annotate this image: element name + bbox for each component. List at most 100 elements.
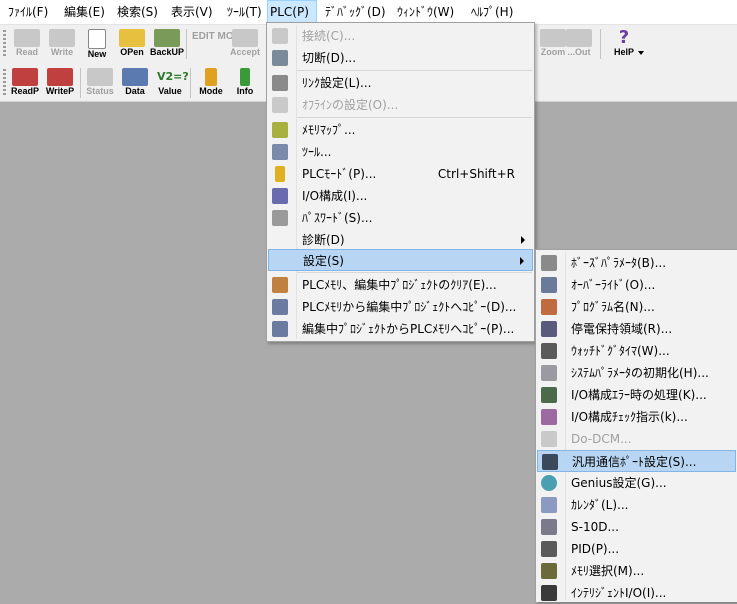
menu-item-memory-map[interactable]: ﾒﾓﾘﾏｯﾌﾟ... xyxy=(268,119,533,141)
submenu-item-init-system-params[interactable]: ｼｽﾃﾑﾊﾟﾗﾒｰﾀの初期化(H)... xyxy=(537,362,736,384)
mode-button[interactable]: Mode xyxy=(194,66,228,100)
status-icon xyxy=(87,68,113,86)
menu-window[interactable]: ｳｨﾝﾄﾞｳ(W) xyxy=(395,0,456,24)
boss-parameters-icon xyxy=(541,255,557,271)
submenu-item-genius-settings[interactable]: Genius設定(G)... xyxy=(537,472,736,494)
menu-view[interactable]: 表示(V) xyxy=(169,0,215,24)
menu-item-copy-from-plc[interactable]: PLCﾒﾓﾘから編集中ﾌﾟﾛｼﾞｪｸﾄへｺﾋﾟｰ(D)... xyxy=(268,296,533,318)
help-dropdown-icon[interactable] xyxy=(638,51,644,55)
mode-icon xyxy=(205,68,217,86)
info-icon xyxy=(240,68,250,86)
genius-icon xyxy=(541,475,557,491)
readp-icon xyxy=(12,68,38,86)
zoom-out-button[interactable]: ...Out xyxy=(562,27,596,61)
menu-item-offline-settings[interactable]: ｵﾌﾗｲﾝの設定(O)... xyxy=(268,94,533,116)
submenu-arrow-icon xyxy=(521,236,525,244)
open-button[interactable]: OPen xyxy=(115,27,149,61)
toolbar-grip[interactable] xyxy=(3,69,6,97)
menu-plc[interactable]: PLC(P) xyxy=(267,0,317,24)
accept-button[interactable]: Accept xyxy=(228,27,262,61)
menu-item-connect[interactable]: 接続(C)... xyxy=(268,25,533,47)
menu-separator xyxy=(297,272,532,273)
plc-mode-icon xyxy=(275,166,285,182)
backup-button[interactable]: BackUP xyxy=(150,27,184,61)
read-icon xyxy=(14,29,40,47)
menu-item-plc-mode[interactable]: PLCﾓｰﾄﾞ(P)... Ctrl+Shift+R xyxy=(268,163,533,185)
connect-icon xyxy=(272,28,288,44)
submenu-item-watchdog-timer[interactable]: ｳｫｯﾁﾄﾞｸﾞﾀｲﾏ(W)... xyxy=(537,340,736,362)
do-dcm-icon xyxy=(541,431,557,447)
menu-edit[interactable]: 編集(E) xyxy=(62,0,107,24)
read-button[interactable]: Read xyxy=(10,27,44,61)
data-button[interactable]: Data xyxy=(118,66,152,100)
menu-item-clear-plc-memory[interactable]: PLCﾒﾓﾘ、編集中ﾌﾟﾛｼﾞｪｸﾄのｸﾘｱ(E)... xyxy=(268,274,533,296)
memory-map-icon xyxy=(272,122,288,138)
menu-debug[interactable]: ﾃﾞﾊﾞｯｸﾞ(D) xyxy=(323,0,388,24)
disconnect-icon xyxy=(272,50,288,66)
submenu-arrow-icon xyxy=(520,257,524,265)
submenu-item-override[interactable]: ｵｰﾊﾞｰﾗｲﾄﾞ(O)... xyxy=(537,274,736,296)
override-icon xyxy=(541,277,557,293)
writep-button[interactable]: WriteP xyxy=(43,66,77,100)
copy-from-plc-icon xyxy=(272,299,288,315)
write-icon xyxy=(49,29,75,47)
value-button[interactable]: V2=? Value xyxy=(153,66,189,100)
write-button[interactable]: Write xyxy=(45,27,79,61)
copy-to-plc-icon xyxy=(272,321,288,337)
toolbar-grip[interactable] xyxy=(3,30,6,58)
submenu-item-io-error-handling[interactable]: I/O構成ｴﾗｰ時の処理(K)... xyxy=(537,384,736,406)
submenu-item-s10d[interactable]: S-10D... xyxy=(537,516,736,538)
menu-separator xyxy=(297,70,532,71)
menu-item-copy-to-plc[interactable]: 編集中ﾌﾟﾛｼﾞｪｸﾄからPLCﾒﾓﾘへｺﾋﾟｰ(P)... xyxy=(268,318,533,340)
zoom-out-icon xyxy=(566,29,592,47)
submenu-item-intelligent-io[interactable]: ｲﾝﾃﾘｼﾞｪﾝﾄI/O(I)... xyxy=(537,582,736,604)
comm-port-icon xyxy=(542,454,558,470)
submenu-item-io-check[interactable]: I/O構成ﾁｪｯｸ指示(k)... xyxy=(537,406,736,428)
password-icon xyxy=(272,210,288,226)
intelligent-io-icon xyxy=(541,585,557,601)
folder-icon xyxy=(119,29,145,47)
io-config-icon xyxy=(272,188,288,204)
submenu-item-general-comm-port[interactable]: 汎用通信ﾎﾟｰﾄ設定(S)... xyxy=(537,450,736,472)
io-error-icon xyxy=(541,387,557,403)
menu-item-disconnect[interactable]: 切断(D)... xyxy=(268,47,533,69)
menu-item-diagnostics[interactable]: 診断(D) xyxy=(268,229,533,251)
backup-icon xyxy=(154,29,180,47)
menu-item-password[interactable]: ﾊﾟｽﾜｰﾄﾞ(S)... xyxy=(268,207,533,229)
menu-tools[interactable]: ﾂｰﾙ(T) xyxy=(225,0,264,24)
menu-item-settings[interactable]: 設定(S) xyxy=(268,249,533,271)
menu-help[interactable]: ﾍﾙﾌﾟ(H) xyxy=(469,0,515,24)
calendar-icon xyxy=(541,497,557,513)
tools-icon xyxy=(272,144,288,160)
menu-separator xyxy=(297,117,532,118)
toolbar-separator xyxy=(190,68,191,98)
new-file-icon xyxy=(88,29,106,49)
submenu-item-boss-parameters[interactable]: ﾎﾞｰｽﾞﾊﾟﾗﾒｰﾀ(B)... xyxy=(537,252,736,274)
menu-item-tools[interactable]: ﾂｰﾙ... xyxy=(268,141,533,163)
menu-item-io-config[interactable]: I/O構成(I)... xyxy=(268,185,533,207)
help-question-icon: ? xyxy=(618,27,630,48)
init-params-icon xyxy=(541,365,557,381)
toolbar-separator xyxy=(80,68,81,98)
edit-mode-button[interactable]: EDIT MODE xyxy=(192,27,248,61)
help-button[interactable]: ? HelP xyxy=(604,27,644,61)
submenu-item-program-name[interactable]: ﾌﾟﾛｸﾞﾗﾑ名(N)... xyxy=(537,296,736,318)
new-button[interactable]: New xyxy=(80,27,114,61)
menu-item-link-settings[interactable]: ﾘﾝｸ設定(L)... xyxy=(268,72,533,94)
info-button[interactable]: Info xyxy=(228,66,262,100)
menu-search[interactable]: 検索(S) xyxy=(115,0,160,24)
io-check-icon xyxy=(541,409,557,425)
settings-submenu: ﾎﾞｰｽﾞﾊﾟﾗﾒｰﾀ(B)... ｵｰﾊﾞｰﾗｲﾄﾞ(O)... ﾌﾟﾛｸﾞﾗ… xyxy=(535,249,737,602)
readp-button[interactable]: ReadP xyxy=(8,66,42,100)
toolbar-separator xyxy=(600,29,601,59)
submenu-item-retentive-area[interactable]: 停電保持領域(R)... xyxy=(537,318,736,340)
s10d-icon xyxy=(541,519,557,535)
submenu-item-do-dcm[interactable]: Do-DCM... xyxy=(537,428,736,450)
menu-file[interactable]: ﾌｧｲﾙ(F) xyxy=(6,0,50,24)
link-icon xyxy=(272,75,288,91)
submenu-item-memory-select[interactable]: ﾒﾓﾘ選択(M)... xyxy=(537,560,736,582)
submenu-item-pid[interactable]: PID(P)... xyxy=(537,538,736,560)
submenu-item-calendar[interactable]: ｶﾚﾝﾀﾞ(L)... xyxy=(537,494,736,516)
plc-menu: 接続(C)... 切断(D)... ﾘﾝｸ設定(L)... ｵﾌﾗｲﾝの設定(O… xyxy=(266,22,535,342)
status-button[interactable]: Status xyxy=(83,66,117,100)
